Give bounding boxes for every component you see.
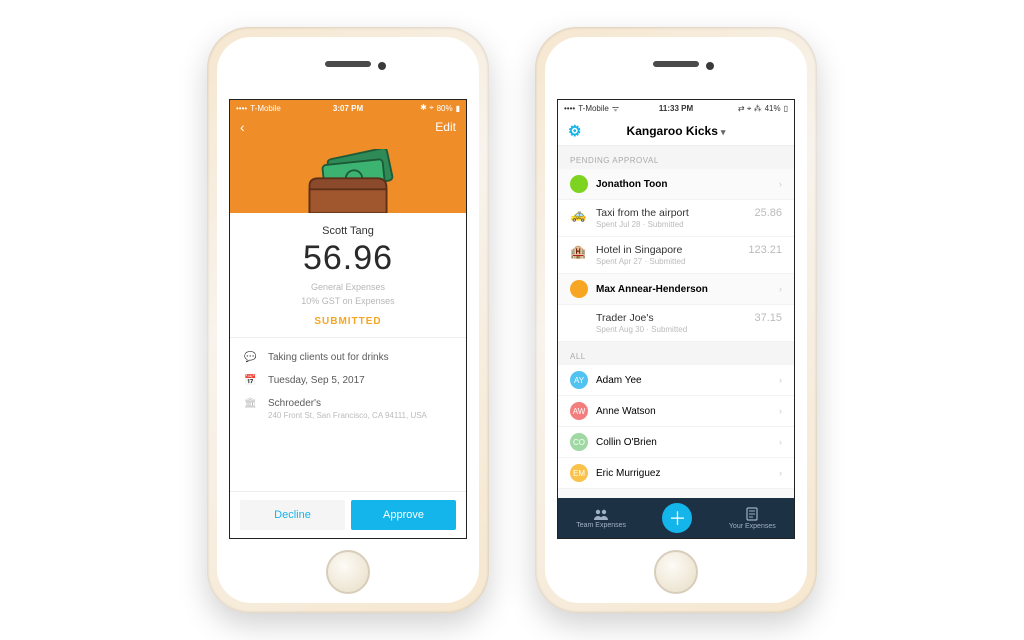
hotel-icon: 🏨 (570, 244, 588, 260)
team-picker[interactable]: Kangaroo Kicks▾ (627, 124, 726, 138)
status-badge: SUBMITTED (230, 316, 466, 327)
expense-row[interactable]: 🏨 Hotel in Singapore Spent Apr 27 · Subm… (558, 237, 794, 274)
nav-bar: ‹ Edit (230, 115, 466, 135)
detail-location: 🏛 Schroeder's 240 Front St, San Francisc… (244, 392, 452, 426)
approve-button[interactable]: Approve (351, 500, 456, 530)
tab-team-expenses[interactable]: Team Expenses (576, 508, 626, 529)
section-pending-header: PENDING APPROVAL (558, 146, 794, 169)
team-expenses-screen: ••••T-Mobileᯤ 11:33 PM ⇄ ⌖ ⁂41%▯ ⚙ Kanga… (557, 99, 795, 539)
amount-block: Scott Tang 56.96 General Expenses 10% GS… (230, 213, 466, 338)
expense-category: General Expenses (230, 282, 466, 292)
expense-amount: 123.21 (748, 244, 782, 256)
avatar: AW (570, 402, 588, 420)
location-icon: 🏛 (244, 398, 258, 409)
pending-person-row[interactable]: Max Annear-Henderson › (558, 274, 794, 305)
person-row[interactable]: AY Adam Yee› (558, 365, 794, 396)
nav-bar: ⚙ Kangaroo Kicks▾ (558, 116, 794, 146)
add-expense-button[interactable]: ＋ (662, 503, 692, 533)
avatar (570, 175, 588, 193)
avatar (570, 280, 588, 298)
expense-amount: 56.96 (230, 239, 466, 278)
submitter-name: Scott Tang (230, 225, 466, 237)
tab-your-expenses[interactable]: Your Expenses (729, 507, 776, 530)
calendar-icon: 📅 (244, 375, 258, 386)
expense-row[interactable]: 🚕 Taxi from the airport Spent Jul 28 · S… (558, 200, 794, 237)
back-button[interactable]: ‹ (240, 119, 245, 135)
chevron-down-icon: ▾ (721, 127, 726, 137)
person-row[interactable]: EM Eric Murriguez› (558, 458, 794, 489)
tab-bar: Team Expenses ＋ Your Expenses (558, 498, 794, 538)
avatar: CO (570, 433, 588, 451)
avatar: EM (570, 464, 588, 482)
settings-button[interactable]: ⚙ (568, 122, 581, 140)
edit-button[interactable]: Edit (435, 120, 456, 134)
decline-button[interactable]: Decline (240, 500, 345, 530)
wallet-illustration (230, 135, 466, 213)
chevron-right-icon: › (779, 179, 782, 189)
detail-note: 💬 Taking clients out for drinks (244, 346, 452, 369)
expense-amount: 25.86 (754, 207, 782, 219)
chevron-right-icon: › (779, 284, 782, 294)
person-row[interactable]: CO Collin O'Brien› (558, 427, 794, 458)
avatar: AY (570, 371, 588, 389)
status-bar: ••••T-Mobile 3:07 PM ✱ ⌖80%▮ (230, 100, 466, 115)
expense-amount: 37.15 (754, 312, 782, 324)
person-row[interactable]: AW Anne Watson› (558, 396, 794, 427)
taxi-icon: 🚕 (570, 207, 588, 223)
section-all-header: ALL (558, 342, 794, 365)
expense-row[interactable]: Trader Joe's Spent Aug 30 · Submitted 37… (558, 305, 794, 342)
pending-person-row[interactable]: Jonathon Toon › (558, 169, 794, 200)
comment-icon: 💬 (244, 352, 258, 363)
expense-detail-screen: ••••T-Mobile 3:07 PM ✱ ⌖80%▮ ‹ Edit (229, 99, 467, 539)
expense-gst: 10% GST on Expenses (230, 296, 466, 306)
status-bar: ••••T-Mobileᯤ 11:33 PM ⇄ ⌖ ⁂41%▯ (558, 100, 794, 116)
detail-date: 📅 Tuesday, Sep 5, 2017 (244, 369, 452, 392)
